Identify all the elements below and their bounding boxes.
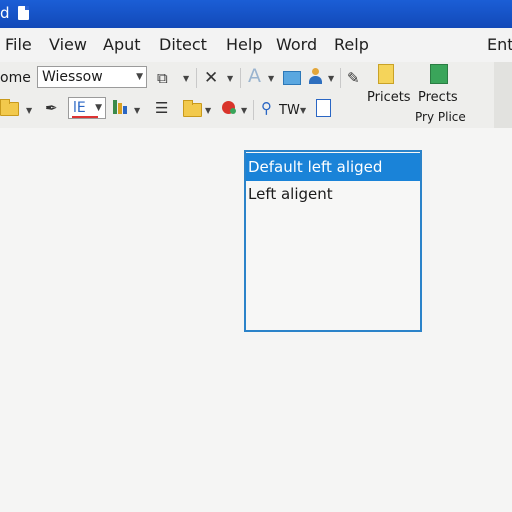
font-color-icon[interactable]: A: [248, 67, 261, 86]
menu-bar: File View Aput Ditect Help Word Relp Ent: [0, 28, 512, 62]
toolbar-ribbon: ome Wiessow ▼ ⧉ ▼ ✕ ▼ A ▼ ▼ ✎ Pricets Pr…: [0, 62, 512, 129]
open-folder-icon[interactable]: [0, 99, 19, 116]
title-bar: d: [0, 0, 512, 28]
folder-icon[interactable]: [183, 100, 202, 117]
format-painter-icon[interactable]: ⧉: [157, 70, 168, 86]
menu-ditect[interactable]: Ditect: [159, 35, 207, 54]
list-icon[interactable]: ☰: [155, 100, 168, 116]
separator: [240, 68, 241, 88]
bar-blue: [123, 106, 127, 114]
dropdown-arrow-icon[interactable]: ▼: [268, 74, 274, 83]
pricets-icon[interactable]: [378, 64, 394, 84]
menu-view[interactable]: View: [49, 35, 87, 54]
home-label: ome: [0, 70, 31, 86]
bar-green: [113, 100, 117, 114]
pricets-button[interactable]: Pricets: [367, 90, 411, 105]
red-underline: [72, 116, 98, 118]
pryplice-label: Pry Plice: [415, 110, 466, 124]
highlighter-icon[interactable]: ✒: [45, 100, 58, 116]
dropdown-arrow-icon[interactable]: ▼: [183, 74, 189, 83]
dropdown-arrow-icon[interactable]: ▼: [241, 106, 247, 115]
pen-icon[interactable]: ✎: [347, 70, 360, 86]
palette-dot: [230, 108, 236, 114]
menu-aput[interactable]: Aput: [103, 35, 141, 54]
page-icon[interactable]: [316, 99, 331, 117]
separator: [253, 100, 254, 120]
menu-file[interactable]: File: [5, 35, 32, 54]
dropdown-arrow-icon[interactable]: ▼: [300, 106, 306, 115]
folder-icon[interactable]: [283, 71, 301, 85]
user-body: [309, 76, 322, 84]
list-item-default-left[interactable]: Default left aliged: [246, 153, 420, 181]
prects-icon[interactable]: [430, 64, 448, 84]
tw-button[interactable]: TW: [279, 103, 300, 118]
alignment-listbox[interactable]: Default left aliged Left aligent: [244, 150, 422, 332]
menu-ent[interactable]: Ent: [487, 35, 512, 54]
hook-icon[interactable]: ⚲: [261, 100, 272, 116]
dropdown-arrow-icon[interactable]: ▼: [205, 106, 211, 115]
dropdown-arrow-icon[interactable]: ▼: [328, 74, 334, 83]
window-title: d: [0, 4, 10, 22]
le-label: lE: [73, 100, 86, 116]
document-icon: [18, 6, 29, 20]
dropdown-arrow-icon[interactable]: ▼: [95, 98, 102, 118]
close-x-icon[interactable]: ✕: [204, 70, 218, 87]
dropdown-arrow-icon[interactable]: ▼: [136, 67, 143, 87]
font-combo-value: Wiessow: [42, 69, 103, 85]
prects-button[interactable]: Prects: [418, 90, 458, 105]
paragraph-icon[interactable]: [113, 100, 127, 114]
menu-help[interactable]: Help: [226, 35, 262, 54]
menu-word[interactable]: Word: [276, 35, 317, 54]
dropdown-arrow-icon[interactable]: ▼: [134, 106, 140, 115]
dropdown-arrow-icon[interactable]: ▼: [227, 74, 233, 83]
list-item-left-aligent[interactable]: Left aligent: [246, 180, 420, 208]
user-head: [312, 68, 319, 75]
menu-relp[interactable]: Relp: [334, 35, 369, 54]
ribbon-edge: [494, 62, 512, 128]
separator: [196, 68, 197, 88]
dropdown-arrow-icon[interactable]: ▼: [26, 106, 32, 115]
separator: [340, 68, 341, 88]
font-combo[interactable]: Wiessow ▼: [37, 66, 147, 88]
bar-yellow: [118, 103, 122, 114]
